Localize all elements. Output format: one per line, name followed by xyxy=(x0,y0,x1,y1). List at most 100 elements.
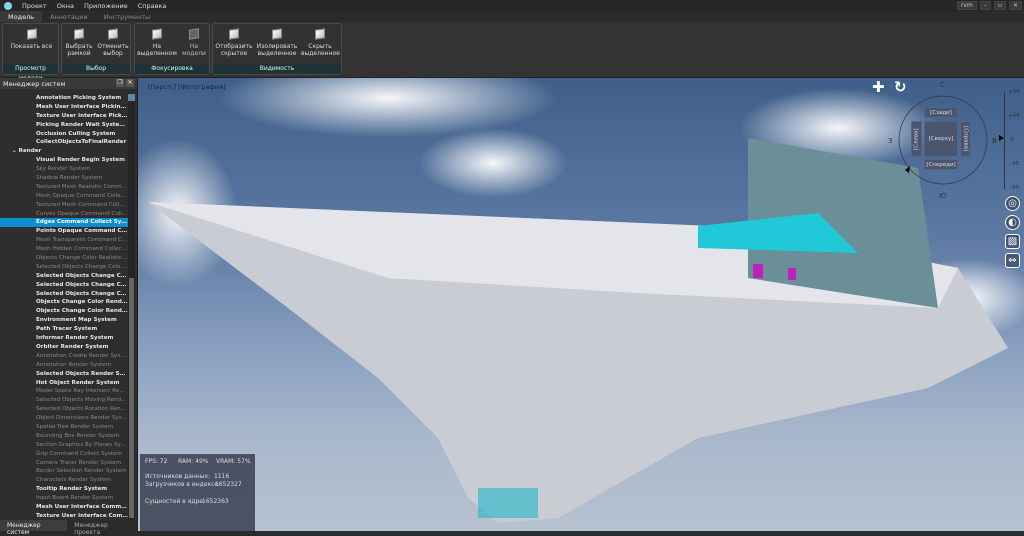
scrollbar[interactable] xyxy=(128,94,135,520)
list-item[interactable]: Annotation Picking System xyxy=(0,94,128,103)
list-item[interactable]: Bounding Box Render System xyxy=(0,432,128,441)
3d-viewport[interactable]: [Персп.] [Фотография] ✚ ↻ С Ю З В [Сзади… xyxy=(138,78,1024,531)
group-visibility: Отобразить скрытое Изолировать выделенное … xyxy=(212,23,342,75)
list-item[interactable]: Orbiter Render System xyxy=(0,343,128,352)
list-item[interactable]: Informer Render System xyxy=(0,334,128,343)
list-item[interactable]: Path Tracer System xyxy=(0,325,128,334)
list-item[interactable]: Hot Object Render System xyxy=(0,379,128,388)
hide-selected-button[interactable]: Скрыть выделенное xyxy=(301,26,340,57)
sphere-icon[interactable]: ◐ xyxy=(1005,215,1020,230)
pan-icon[interactable]: ✚ xyxy=(872,78,885,96)
list-item[interactable]: Camera Tracer Render System xyxy=(0,459,128,468)
list-item[interactable]: Characters Render System xyxy=(0,476,128,485)
list-item[interactable]: Spatial Tree Render System xyxy=(0,423,128,432)
view-left-button[interactable]: [Слева] xyxy=(911,121,922,157)
pitch-tick: 0 xyxy=(1010,137,1014,143)
list-item[interactable]: Textured Mesh Command Colle... xyxy=(0,201,128,210)
tab-system-manager[interactable]: Менеджер систем xyxy=(0,520,68,536)
isolate-icon xyxy=(272,28,282,40)
compass-west: З xyxy=(888,137,893,145)
view-front-button[interactable]: [Спереди] xyxy=(924,159,958,170)
pitch-tick: -90 xyxy=(1010,185,1019,191)
list-item[interactable]: Textured Mesh Realistic Comma... xyxy=(0,183,128,192)
list-item[interactable]: Shadow Render System xyxy=(0,174,128,183)
list-item[interactable]: Mesh Transparent Command C... xyxy=(0,236,128,245)
list-item[interactable]: Border Selection Render System xyxy=(0,467,128,476)
float-panel-button[interactable]: ❐ xyxy=(116,79,124,87)
panel-bottom-tabs: Менеджер систем Менеджер проекта xyxy=(0,520,138,536)
list-item[interactable]: Sky Render System xyxy=(0,165,128,174)
pitch-tick: -45 xyxy=(1010,161,1019,167)
list-item[interactable]: Input Board Render System xyxy=(0,494,128,503)
list-item[interactable]: Selected Objects Change Color ... xyxy=(0,290,128,299)
tree-group[interactable]: ⌄ Render xyxy=(0,147,128,156)
pitch-scale[interactable] xyxy=(1004,92,1005,189)
tab-project-manager[interactable]: Менеджер проекта xyxy=(67,520,138,536)
deselect-icon xyxy=(108,28,118,40)
fit-width-icon[interactable]: ⇔ xyxy=(1005,253,1020,268)
list-item[interactable]: Objects Change Color Realistic ... xyxy=(0,254,128,263)
list-item[interactable]: Selected Objects Render System xyxy=(0,370,128,379)
view-top-button[interactable]: [Сверху] xyxy=(924,121,958,157)
selected-part xyxy=(788,268,796,280)
user-button[interactable]: rvm xyxy=(956,1,977,10)
list-item[interactable]: Picking Render Wait Systems xyxy=(0,121,128,130)
list-item[interactable]: Selected Objects Change Color ... xyxy=(0,263,128,272)
list-item[interactable]: Mesh User Interface Command ... xyxy=(0,503,128,512)
menu-help[interactable]: Справка xyxy=(138,2,167,10)
deselect-button[interactable]: Отменить выбор xyxy=(97,26,129,57)
entities-label: Сущностей в ядре: xyxy=(145,498,205,505)
list-item[interactable]: Objects Change Color Render P... xyxy=(0,307,128,316)
close-button[interactable]: ✕ xyxy=(1008,1,1022,10)
tab-tools[interactable]: Инструменты xyxy=(96,11,159,22)
focus-selected-button[interactable]: На выделенном xyxy=(137,26,177,57)
section-box-icon[interactable]: ▨ xyxy=(1005,234,1020,249)
list-item[interactable]: Object Dimensions Render Syst... xyxy=(0,414,128,423)
list-item[interactable]: Selected Objects Moving Rende... xyxy=(0,396,128,405)
list-item[interactable]: Occlusion Culling System xyxy=(0,130,128,139)
view-back-button[interactable]: [Сзади] xyxy=(924,107,958,118)
view-right-button[interactable]: [Справа] xyxy=(960,121,971,157)
focus-model-button[interactable]: На модели xyxy=(181,26,207,57)
zoom-selected-icon xyxy=(152,28,162,40)
pin-icon[interactable]: ◎ xyxy=(1005,196,1020,211)
list-item[interactable]: Annotation Create Render System xyxy=(0,352,128,361)
menu-windows[interactable]: Окна xyxy=(57,2,74,10)
box-select-button[interactable]: Выбрать рамкой xyxy=(64,26,94,57)
list-item[interactable]: Mesh User Interface Picking Co... xyxy=(0,103,128,112)
list-item[interactable]: Grip Command Collect System xyxy=(0,450,128,459)
list-item[interactable]: Section Graphics By Planes Syst... xyxy=(0,441,128,450)
show-hidden-button[interactable]: Отобразить скрытое xyxy=(215,26,253,57)
close-panel-button[interactable]: ✕ xyxy=(126,79,134,87)
list-item[interactable]: Points Opaque Command Colle... xyxy=(0,227,128,236)
scroll-thumb[interactable] xyxy=(129,278,134,518)
view-mode-label[interactable]: [Персп.] [Фотография] xyxy=(148,83,226,91)
scroll-up-button[interactable] xyxy=(128,94,135,101)
list-item[interactable]: Tooltip Render System xyxy=(0,485,128,494)
system-list: Annotation Picking System Mesh User Inter… xyxy=(0,94,128,520)
list-item[interactable]: Selected Objects Rotation Rend... xyxy=(0,405,128,414)
menu-project[interactable]: Проект xyxy=(22,2,47,10)
tab-model[interactable]: Модель xyxy=(0,11,43,22)
list-item[interactable]: Edges Command Collect System xyxy=(0,218,128,228)
minimize-button[interactable]: – xyxy=(979,1,991,10)
list-item[interactable]: Mesh Hidden Command Collect... xyxy=(0,245,128,254)
menu-app[interactable]: Приложение xyxy=(84,2,128,10)
list-item[interactable]: Objects Change Color Render P... xyxy=(0,298,128,307)
list-item[interactable]: Curves Opaque Command Colle... xyxy=(0,210,128,219)
list-item[interactable]: Mesh Opaque Command Collec... xyxy=(0,192,128,201)
show-all-button[interactable]: Показать все xyxy=(9,26,54,50)
list-item[interactable]: Model Space Ray Intersect Ren... xyxy=(0,387,128,396)
tab-annotations[interactable]: Аннотации xyxy=(42,11,96,22)
list-item[interactable]: Selected Objects Change Color ... xyxy=(0,281,128,290)
list-item[interactable]: Selected Objects Change Color ... xyxy=(0,272,128,281)
list-item[interactable]: CollectObjectsToFinalRender xyxy=(0,138,128,147)
list-item[interactable]: Visual Render Begin System xyxy=(0,156,128,165)
ship-model[interactable] xyxy=(138,78,1024,531)
list-item[interactable]: Annotation Render System xyxy=(0,361,128,370)
maximize-button[interactable]: ▫ xyxy=(993,1,1006,10)
isolate-selected-button[interactable]: Изолировать выделенное xyxy=(256,26,298,57)
list-item[interactable]: Environment Map System xyxy=(0,316,128,325)
list-item[interactable]: Texture User Interface Picking C... xyxy=(0,112,128,121)
list-item[interactable]: Texture User Interface Comman... xyxy=(0,512,128,520)
